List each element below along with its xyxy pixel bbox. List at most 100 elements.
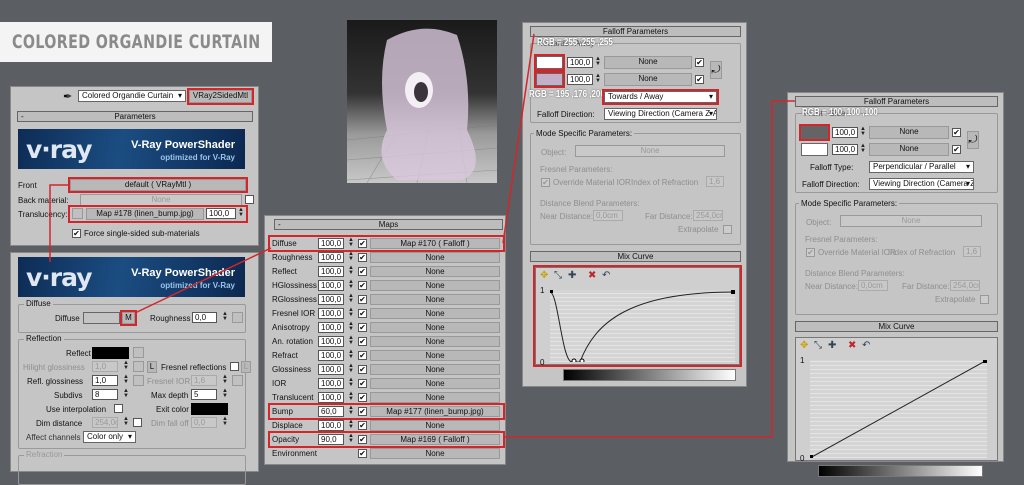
diffuse-color-swatch[interactable] <box>83 312 120 324</box>
hilight-lock-button[interactable]: L <box>147 361 157 373</box>
map-slot-button[interactable]: None <box>370 378 500 389</box>
spinner[interactable]: ▲ ▼ <box>348 377 354 389</box>
reflect-map-button[interactable] <box>133 347 144 358</box>
spinner[interactable]: ▲ ▼ <box>348 391 354 403</box>
roughness-field[interactable]: 0,0 <box>192 312 217 323</box>
hilight-glossiness-field[interactable]: 1,0 <box>92 361 118 372</box>
map-slot-button[interactable]: None <box>370 336 500 347</box>
spinner[interactable]: ▲ ▼ <box>123 374 129 386</box>
map-enable-checkbox[interactable]: ✔ <box>358 421 367 430</box>
map-slot-button[interactable]: None <box>370 392 500 403</box>
dim-distance-field[interactable]: 254,0c <box>92 417 118 428</box>
fresnel-reflections-checkbox[interactable] <box>230 362 239 371</box>
falloff-amount-field[interactable]: 100,0 <box>832 144 858 155</box>
extrapolate-checkbox[interactable] <box>723 225 732 234</box>
diffuse-map-button[interactable]: M <box>120 310 137 326</box>
spinner[interactable]: ▲ ▼ <box>348 279 354 291</box>
use-interpolation-checkbox[interactable] <box>114 404 123 413</box>
hilight-map-button[interactable] <box>133 361 144 372</box>
front-material-button[interactable]: default ( VRayMtl ) <box>68 177 248 193</box>
map-slot-button[interactable]: None <box>370 350 500 361</box>
falloff-parameters-rollout[interactable]: Falloff Parameters <box>795 96 998 107</box>
object-pick-button[interactable]: None <box>575 145 725 157</box>
map-enable-checkbox[interactable]: ✔ <box>358 323 367 332</box>
scale-point-icon[interactable]: ⤡ <box>814 340 822 351</box>
material-name-field[interactable]: Colored Organdie Curtain <box>78 90 186 102</box>
map-enable-checkbox[interactable]: ✔ <box>358 295 367 304</box>
spinner[interactable]: ▲ ▼ <box>595 73 601 85</box>
eyedropper-icon[interactable]: ✒ <box>63 90 72 103</box>
map-amount-field[interactable]: 100,0 <box>318 350 344 361</box>
falloff-map-checkbox[interactable]: ✔ <box>952 128 961 137</box>
map-enable-checkbox[interactable]: ✔ <box>358 239 367 248</box>
reflect-color-swatch[interactable] <box>92 347 129 359</box>
map-enable-checkbox[interactable]: ✔ <box>358 435 367 444</box>
map-slot-button[interactable]: Map #169 ( Falloff ) <box>370 434 500 445</box>
affect-channels-dropdown[interactable]: Color only <box>83 431 136 443</box>
map-enable-checkbox[interactable]: ✔ <box>358 449 367 458</box>
exit-color-swatch[interactable] <box>191 403 228 415</box>
dim-distance-checkbox[interactable] <box>133 418 142 427</box>
ior-field[interactable]: 1,6 <box>963 246 981 257</box>
spinner[interactable]: ▲ ▼ <box>348 251 354 263</box>
map-enable-checkbox[interactable]: ✔ <box>358 281 367 290</box>
spinner[interactable]: ▲ ▼ <box>348 237 354 249</box>
map-slot-button[interactable]: Map #177 (linen_bump.jpg) <box>370 406 500 417</box>
dim-falloff-field[interactable]: 0,0 <box>191 417 217 428</box>
spinner[interactable]: ▲ ▼ <box>860 126 866 138</box>
near-distance-field[interactable]: 0,0cm <box>593 210 623 221</box>
override-ior-checkbox[interactable]: ✔ <box>541 178 550 187</box>
map-amount-field[interactable]: 90,0 <box>318 434 344 445</box>
falloff-amount-field[interactable]: 100,0 <box>567 74 593 85</box>
spinner[interactable]: ▲ ▼ <box>222 416 228 428</box>
add-point-icon[interactable]: ✚ <box>568 270 576 281</box>
mix-curve-rollout[interactable]: Mix Curve <box>530 251 741 262</box>
override-ior-checkbox[interactable]: ✔ <box>806 248 815 257</box>
falloff-map-checkbox[interactable]: ✔ <box>952 145 961 154</box>
falloff-amount-field[interactable]: 100,0 <box>567 57 593 68</box>
roughness-map-button[interactable] <box>232 312 243 323</box>
spinner[interactable]: ▲ ▼ <box>222 388 228 400</box>
falloff-direction-dropdown[interactable]: Viewing Direction (Camera Z-Axis) <box>869 178 974 190</box>
translucency-map-button[interactable]: Map #178 (linen_bump.jpg) <box>86 208 204 220</box>
falloff-map-checkbox[interactable]: ✔ <box>695 75 704 84</box>
reset-curve-icon[interactable]: ↶ <box>862 340 870 351</box>
falloff-color-swatch-1[interactable] <box>534 54 565 71</box>
map-amount-field[interactable]: 100,0 <box>318 238 344 249</box>
falloff-map-button[interactable]: None <box>869 143 949 156</box>
refl-glossiness-field[interactable]: 1,0 <box>92 375 118 386</box>
falloff-direction-dropdown[interactable]: Viewing Direction (Camera Z-Axis) <box>604 108 717 120</box>
map-enable-checkbox[interactable]: ✔ <box>358 365 367 374</box>
far-distance-field[interactable]: 254,0cm <box>950 280 980 291</box>
map-enable-checkbox[interactable]: ✔ <box>358 393 367 402</box>
reset-curve-icon[interactable]: ↶ <box>602 270 610 281</box>
falloff-type-dropdown[interactable]: Perpendicular / Parallel <box>869 161 974 173</box>
translucency-amount-field[interactable]: 100,0 <box>206 208 236 219</box>
spinner[interactable]: ▲ ▼ <box>348 405 354 417</box>
falloff-color-swatch-2[interactable] <box>534 71 565 88</box>
move-icon[interactable]: ✥ <box>540 270 548 281</box>
far-distance-field[interactable]: 254,0cm <box>693 210 723 221</box>
falloff-color-swatch-2[interactable] <box>801 143 828 156</box>
map-slot-button[interactable]: Map #170 ( Falloff ) <box>370 238 500 249</box>
spinner[interactable]: ▲ ▼ <box>348 265 354 277</box>
spinner[interactable]: ▲ ▼ <box>348 349 354 361</box>
spinner[interactable]: ▲ ▼ <box>222 311 228 323</box>
extrapolate-checkbox[interactable] <box>980 295 989 304</box>
object-pick-button[interactable]: None <box>840 215 982 227</box>
falloff-parameters-rollout[interactable]: Falloff Parameters <box>530 26 741 37</box>
map-amount-field[interactable]: 60,0 <box>318 406 344 417</box>
map-enable-checkbox[interactable]: ✔ <box>358 309 367 318</box>
force-single-sided-checkbox[interactable]: ✔ <box>72 229 81 238</box>
falloff-type-dropdown[interactable]: Towards / Away <box>602 89 719 105</box>
mix-curve-graph[interactable] <box>550 290 735 362</box>
refl-glossiness-map-button[interactable] <box>133 375 144 386</box>
map-slot-button[interactable]: None <box>370 252 500 263</box>
spinner[interactable]: ▲ ▼ <box>860 143 866 155</box>
move-icon[interactable]: ✥ <box>800 340 808 351</box>
maps-rollout[interactable]: - Maps <box>274 219 503 230</box>
map-amount-field[interactable]: 100,0 <box>318 378 344 389</box>
delete-point-icon[interactable]: ✖ <box>848 340 856 351</box>
map-enable-checkbox[interactable]: ✔ <box>358 253 367 262</box>
map-slot-button[interactable]: None <box>370 308 500 319</box>
